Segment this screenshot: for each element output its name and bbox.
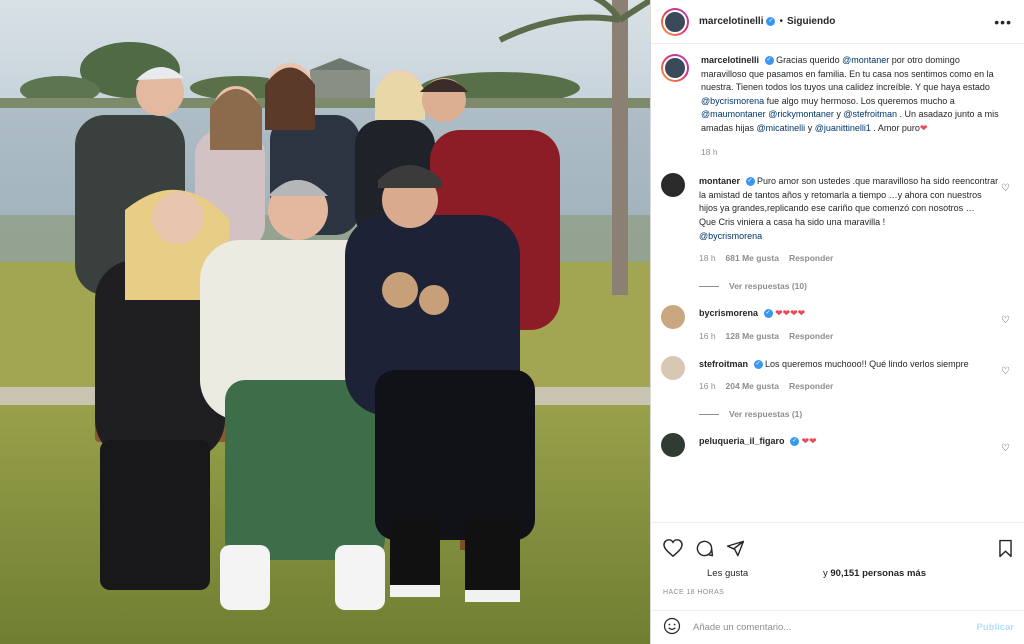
- comment-likes[interactable]: 128 Me gusta: [726, 330, 779, 344]
- like-comment-heart-icon[interactable]: ♡: [1001, 366, 1010, 377]
- following-button[interactable]: Siguiendo: [787, 16, 835, 27]
- verified-badge-icon: ✓: [790, 437, 800, 447]
- commenter-avatar[interactable]: [661, 305, 685, 330]
- comment-body: Puro amor son ustedes .que maravilloso h…: [699, 176, 999, 227]
- action-icons: [651, 523, 1024, 563]
- post-header: marcelotinelli ✓ • Siguiendo •••: [651, 0, 1024, 44]
- caption-text-segment: . Amor puro: [870, 122, 920, 133]
- caption-mention-link[interactable]: @rickymontaner: [768, 109, 834, 119]
- like-heart-icon[interactable]: [663, 539, 683, 557]
- caption-mention-link[interactable]: @maumontaner: [701, 109, 766, 119]
- caption-mention-link[interactable]: @bycrismorena: [701, 96, 764, 106]
- comment-text: peluqueria_il_figaro ✓ ❤❤: [699, 435, 999, 449]
- comments-list[interactable]: marcelotinelli ✓ Gracias querido @montan…: [651, 44, 1024, 522]
- caption-text-segment: Gracias querido: [776, 55, 843, 65]
- caption-text-segment: y: [805, 122, 815, 133]
- comment-username[interactable]: stefroitman: [699, 359, 748, 369]
- verified-badge-icon: ✓: [753, 359, 763, 369]
- comment-likes[interactable]: 681 Me gusta: [726, 252, 779, 266]
- emoji-icon[interactable]: [663, 617, 681, 638]
- reply-button[interactable]: Responder: [789, 252, 833, 266]
- comment-time[interactable]: 16 h: [699, 380, 716, 394]
- comment-bubble-icon[interactable]: [695, 539, 714, 558]
- verified-badge-icon: ✓: [764, 56, 774, 66]
- comment-username[interactable]: bycrismorena: [699, 308, 758, 318]
- view-replies-label: Ver respuestas (1): [729, 408, 803, 419]
- verified-badge-icon: ✓: [763, 309, 773, 319]
- caption-avatar[interactable]: [661, 54, 689, 82]
- view-replies-button[interactable]: Ver respuestas (10): [699, 280, 999, 294]
- caption-body: Gracias querido @montaner por otro domin…: [701, 55, 999, 133]
- caption: marcelotinelli ✓ Gracias querido @montan…: [661, 54, 1014, 159]
- likes-text-prefix: y: [823, 567, 831, 579]
- author-username[interactable]: marcelotinelli: [699, 16, 763, 27]
- comment-item: bycrismorena ✓ ❤❤❤❤ 16 h 128 Me gusta Re…: [661, 305, 1014, 344]
- add-comment-bar: Publicar: [651, 610, 1024, 644]
- reply-button[interactable]: Responder: [789, 380, 833, 394]
- commenter-avatar[interactable]: [661, 173, 685, 198]
- comment-mention[interactable]: @bycrismorena: [699, 231, 762, 241]
- caption-time[interactable]: 18 h: [701, 146, 718, 160]
- commenter-avatar[interactable]: [661, 433, 685, 458]
- like-comment-heart-icon[interactable]: ♡: [1001, 183, 1010, 194]
- author-avatar[interactable]: [661, 7, 689, 36]
- comment-item: montaner ✓ Puro amor son ustedes .que ma…: [661, 173, 1014, 294]
- comment-likes[interactable]: 204 Me gusta: [726, 380, 779, 394]
- commenter-avatar[interactable]: [661, 355, 685, 380]
- share-paper-plane-icon[interactable]: [726, 539, 745, 558]
- caption-text-segment: fue algo muy hermoso. Los queremos mucho…: [764, 95, 955, 106]
- comment-body: ❤❤❤❤: [775, 308, 806, 319]
- comment-text: bycrismorena ✓ ❤❤❤❤: [699, 307, 999, 321]
- save-bookmark-icon[interactable]: [997, 539, 1014, 558]
- view-replies-button[interactable]: Ver respuestas (1): [699, 408, 999, 422]
- comment-username[interactable]: montaner: [699, 176, 740, 186]
- post-actions: Les gusta y 90,151 personas más HACE 18 …: [651, 522, 1024, 644]
- post-details-panel: marcelotinelli ✓ • Siguiendo ••• marcelo…: [650, 0, 1024, 644]
- likes-summary[interactable]: Les gusta y 90,151 personas más: [651, 563, 1024, 583]
- view-replies-label: Ver respuestas (10): [729, 280, 807, 291]
- likes-text-left: Les gusta: [707, 567, 749, 579]
- caption-mention-link[interactable]: @montaner: [842, 55, 889, 65]
- publish-button[interactable]: Publicar: [977, 622, 1015, 633]
- caption-mention-link[interactable]: @micatinelli: [757, 123, 806, 133]
- like-comment-heart-icon[interactable]: ♡: [1001, 443, 1010, 454]
- likes-count[interactable]: 90,151 personas más: [830, 568, 926, 579]
- post-photo[interactable]: [0, 0, 650, 644]
- verified-badge-icon: ✓: [766, 17, 776, 26]
- comment-input[interactable]: [693, 622, 977, 633]
- replies-divider: [699, 413, 719, 415]
- comment-time[interactable]: 18 h: [699, 252, 716, 266]
- header-separator: •: [779, 16, 783, 27]
- comment-item: peluqueria_il_figaro ✓ ❤❤ ♡: [661, 433, 1014, 458]
- verified-badge-icon: ✓: [745, 177, 755, 187]
- comment-time[interactable]: 16 h: [699, 330, 716, 344]
- post-photo-illustration: [0, 0, 650, 644]
- comment-item: stefroitman ✓ Los queremos muchooo!! Qué…: [661, 355, 1014, 422]
- comment-text: stefroitman ✓ Los queremos muchooo!! Qué…: [699, 358, 999, 372]
- caption-username[interactable]: marcelotinelli: [701, 55, 759, 65]
- caption-mention-link[interactable]: @juanittinelli1: [815, 123, 871, 133]
- caption-text-segment: y: [833, 109, 844, 120]
- caption-mention-link[interactable]: @stefroitman: [843, 109, 897, 119]
- reply-button[interactable]: Responder: [789, 330, 833, 344]
- caption-text: marcelotinelli ✓ Gracias querido @montan…: [701, 54, 1001, 136]
- like-comment-heart-icon[interactable]: ♡: [1001, 315, 1010, 326]
- comment-body: Los queremos muchooo!! Qué lindo verlos …: [765, 358, 969, 369]
- comment-username[interactable]: peluqueria_il_figaro: [699, 436, 785, 446]
- post-timestamp[interactable]: HACE 18 HORAS: [651, 583, 1024, 602]
- heart-emoji: ❤: [919, 122, 928, 133]
- replies-divider: [699, 286, 719, 288]
- comment-text: montaner ✓ Puro amor son ustedes .que ma…: [699, 175, 999, 243]
- comment-body: ❤❤: [801, 436, 817, 447]
- more-options-icon[interactable]: •••: [994, 14, 1012, 30]
